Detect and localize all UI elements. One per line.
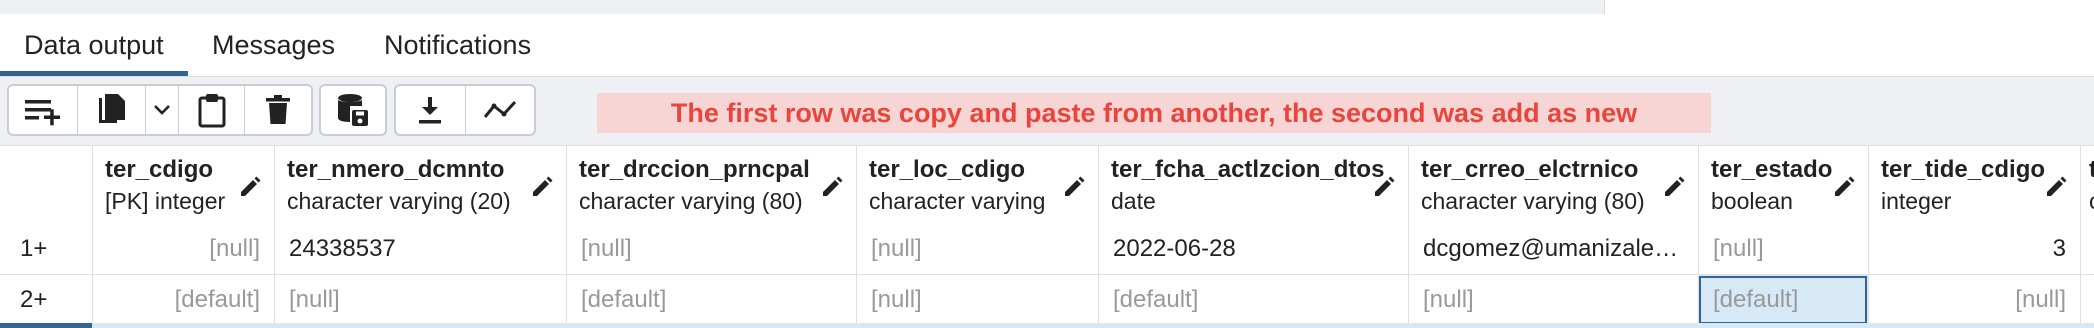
column-name: ter_drccion_prncpal [579,156,810,183]
column-type: boolean [1711,188,1793,214]
tab-messages[interactable]: Messages [188,14,359,76]
row-number[interactable]: 2+ [0,275,92,325]
copy-options-dropdown[interactable] [146,86,179,134]
column-name: ter_fcha_actlzcion_dtos [1111,156,1385,183]
top-panel-strip [0,0,2094,15]
table-row: 2+ [default] [null] [default] [null] [de… [0,275,2094,326]
edit-pencil-icon [241,176,261,196]
grid-cell[interactable]: [null] [1408,275,1698,325]
delete-icon [266,95,291,124]
graph-icon [483,100,516,118]
column-header[interactable]: ter_cdigo [PK] integer [92,146,274,224]
column-header[interactable]: ter_fcha_actlzcion_dtos date [1098,146,1408,224]
data-toolbar: The first row was copy and paste from an… [0,77,2094,145]
annotation-banner: The first row was copy and paste from an… [597,93,1711,133]
column-header[interactable]: ter_nmero_dcmnto character varying (20) [274,146,566,224]
column-header[interactable]: ter_drccion_prncpal character varying (8… [566,146,856,224]
next-row-strip [0,323,2094,328]
column-type: [PK] integer [105,188,226,214]
column-name: ter_tide_cdigo [1881,156,2046,183]
column-header[interactable]: ter_tide_cdigo integer [1868,146,2080,224]
edit-pencil-icon [1375,176,1395,196]
edit-button-group [7,84,313,136]
grid-cell[interactable]: dcgomez@umanizales... [1408,224,1698,274]
row-number-header [0,146,92,224]
selected-grid-cell[interactable]: [default] [1698,275,1868,325]
column-name: ter_estado [1711,156,1833,183]
column-header[interactable]: t c [2080,146,2094,224]
column-header[interactable]: ter_crreo_elctrnico character varying (8… [1408,146,1698,224]
tab-data-output[interactable]: Data output [0,14,188,76]
add-row-button[interactable] [9,86,78,134]
graph-visualiser-button[interactable] [466,86,535,134]
grid-cell[interactable]: [null] [566,224,856,274]
column-name: ter_crreo_elctrnico [1421,156,1639,183]
grid-cell[interactable]: [null] [1868,275,2080,325]
grid-cell[interactable]: [null] [1698,224,1868,274]
column-type: character varying (20) [287,188,511,214]
edit-pencil-icon [2047,176,2067,196]
edit-pencil-icon [1065,176,1085,196]
export-button-group [394,84,536,136]
column-header[interactable]: ter_estado boolean [1698,146,1868,224]
grid-cell[interactable]: 24338537 [274,224,566,274]
column-name: ter_loc_cdigo [869,156,1026,183]
column-name: ter_cdigo [105,156,214,183]
edit-pencil-icon [1835,176,1855,196]
column-type: character varying (80) [579,188,803,214]
column-type: date [1111,188,1156,214]
grid-cell[interactable] [2080,275,2094,325]
save-button-group [319,84,387,136]
edit-pencil-icon [533,176,553,196]
grid-cell[interactable] [2080,224,2094,274]
column-type: c [2089,188,2094,215]
output-tabbar: Data output Messages Notifications [0,14,2094,77]
grid-cell[interactable]: [null] [856,275,1098,325]
chevron-down-icon [154,105,170,115]
grid-cell[interactable]: 2022-06-28 [1098,224,1408,274]
column-type: character varying [869,188,1046,214]
edit-pencil-icon [823,176,843,196]
edit-pencil-icon [1665,176,1685,196]
table-row: 1+ [null] 24338537 [null] [null] 2022-06… [0,224,2094,275]
column-name: t [2089,156,2094,184]
grid-cell[interactable]: [default] [92,275,274,325]
column-name: ter_nmero_dcmnto [287,156,505,183]
paste-icon [198,94,226,128]
column-type: integer [1881,188,1952,214]
copy-button[interactable] [78,86,147,134]
copy-icon [99,94,126,123]
save-data-button[interactable] [321,86,385,134]
paste-button[interactable] [179,86,246,134]
delete-button[interactable] [245,86,311,134]
grid-cell[interactable]: [default] [1098,275,1408,325]
grid-cell[interactable]: [null] [92,224,274,274]
grid-cell[interactable]: [null] [856,224,1098,274]
save-data-icon [338,94,368,126]
row-indicator [0,323,92,328]
column-type: character varying (80) [1421,188,1645,214]
grid-header-row: ter_cdigo [PK] integer ter_nmero_dcmnto … [0,145,2094,225]
column-header[interactable]: ter_loc_cdigo character varying [856,146,1098,224]
add-row-icon [24,100,60,126]
grid-cell[interactable]: [null] [274,275,566,325]
grid-cell[interactable]: [default] [566,275,856,325]
row-number[interactable]: 1+ [0,224,92,274]
grid-cell[interactable]: 3 [1868,224,2080,274]
download-icon [419,97,442,124]
top-panel-cell [1604,0,2094,14]
download-button[interactable] [396,86,466,134]
tab-notifications[interactable]: Notifications [360,14,555,76]
